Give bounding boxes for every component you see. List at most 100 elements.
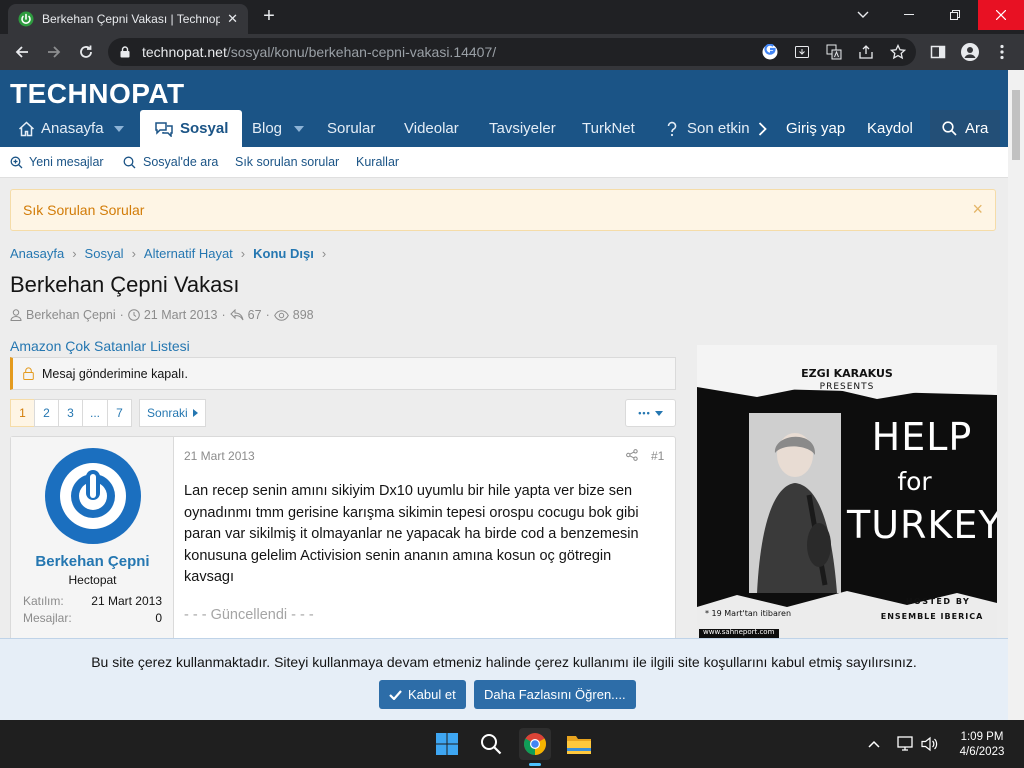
- clock-icon: [128, 309, 140, 321]
- breadcrumb-item[interactable]: Konu Dışı: [253, 246, 314, 261]
- tab-close-icon[interactable]: ✕: [227, 11, 238, 27]
- google-lens-button[interactable]: [758, 40, 782, 64]
- eye-icon: [273, 309, 289, 321]
- login-link[interactable]: Giriş yap: [774, 110, 857, 147]
- caret-down-icon[interactable]: [294, 125, 305, 132]
- bookmark-button[interactable]: [886, 40, 910, 64]
- back-button[interactable]: [10, 40, 34, 64]
- check-icon: [389, 689, 402, 700]
- cookie-accept-button[interactable]: Kabul et: [379, 680, 466, 709]
- subnav-rules[interactable]: Kurallar: [356, 155, 399, 169]
- chevron-up-icon: [868, 740, 880, 748]
- share-button[interactable]: [854, 40, 878, 64]
- browser-menu-button[interactable]: [990, 40, 1014, 64]
- meta-separator: ·: [221, 308, 226, 322]
- page-link-7[interactable]: 7: [107, 399, 133, 427]
- meta-separator: ·: [119, 308, 124, 322]
- thread-views: 898: [292, 308, 314, 322]
- breadcrumb-item[interactable]: Alternatif Hayat: [144, 246, 233, 261]
- search-link[interactable]: Ara: [930, 110, 1001, 147]
- window-close-button[interactable]: [978, 0, 1024, 30]
- thread-meta: Berkehan Çepni · 21 Mart 2013 · 67 · 898: [10, 308, 318, 322]
- cookie-accept-label: Kabul et: [408, 687, 456, 702]
- user-stat-key: Katılım:: [23, 594, 64, 608]
- nav-item-label: Anasayfa: [41, 120, 104, 137]
- share-icon[interactable]: [626, 449, 638, 461]
- taskbar-explorer-button[interactable]: [563, 728, 595, 760]
- cookie-learn-more-button[interactable]: Daha Fazlasını Öğren....: [474, 680, 636, 709]
- side-panel-button[interactable]: [926, 40, 950, 64]
- user-stat-value: 0: [155, 611, 162, 625]
- caret-down-icon[interactable]: [113, 125, 124, 132]
- lock-icon: [120, 46, 130, 58]
- site-logo[interactable]: TECHNOPAT: [10, 78, 185, 109]
- subnav-search[interactable]: Sosyal'de ara: [123, 155, 218, 169]
- page-link-3[interactable]: 3: [58, 399, 83, 427]
- thread-tools-button[interactable]: •••: [625, 399, 676, 427]
- taskbar-chrome-button[interactable]: [519, 728, 551, 760]
- nav-item-label: Blog: [252, 120, 283, 137]
- volume-button[interactable]: [918, 728, 942, 760]
- translate-button[interactable]: [822, 40, 846, 64]
- faq-notice[interactable]: Sık Sorulan Sorular ×: [10, 189, 996, 231]
- chat-bubbles-icon: [155, 121, 173, 137]
- page-link-2[interactable]: 2: [34, 399, 59, 427]
- tab-search-button[interactable]: [840, 0, 886, 30]
- start-button[interactable]: [431, 728, 463, 760]
- post-user-panel: Berkehan Çepni Hectopat Katılım: 21 Mart…: [11, 437, 174, 647]
- avatar[interactable]: [45, 448, 141, 544]
- post-username[interactable]: Berkehan Çepni: [11, 553, 174, 570]
- profile-button[interactable]: [958, 40, 982, 64]
- ad-presents: PRESENTS: [819, 382, 875, 392]
- new-tab-button[interactable]: +: [258, 6, 280, 28]
- google-icon: [762, 44, 778, 60]
- scrollbar-thumb[interactable]: [1012, 90, 1020, 160]
- nav-item-sosyal[interactable]: Sosyal: [140, 110, 243, 147]
- minimize-button[interactable]: [886, 0, 932, 30]
- install-app-button[interactable]: [790, 40, 814, 64]
- page-jump[interactable]: ...: [82, 399, 109, 427]
- nav-item-turknet[interactable]: TurkNet: [582, 110, 635, 147]
- search-icon: [481, 734, 502, 755]
- breadcrumb-item[interactable]: Sosyal: [85, 246, 124, 261]
- post-date[interactable]: 21 Mart 2013: [184, 449, 255, 463]
- close-icon: [996, 10, 1006, 20]
- question-icon: [667, 121, 677, 136]
- sidebar-ad-banner[interactable]: EZGI KARAKUS PRESENTS HELP for TURKEY * …: [697, 345, 997, 638]
- ad-presenter: EZGI KARAKUS: [801, 367, 893, 380]
- reload-button[interactable]: [74, 40, 98, 64]
- nav-item-tavsiyeler[interactable]: Tavsiyeler: [489, 110, 556, 147]
- show-hidden-icons-button[interactable]: [860, 728, 888, 760]
- forward-button[interactable]: [42, 40, 66, 64]
- subnav-faq[interactable]: Sık sorulan sorular: [235, 155, 339, 169]
- taskbar-search-button[interactable]: [475, 728, 507, 760]
- restore-button[interactable]: [932, 0, 978, 30]
- page-scrollbar[interactable]: [1008, 70, 1024, 720]
- next-page-button[interactable]: Sonraki: [139, 399, 206, 427]
- notice-close-icon[interactable]: ×: [972, 199, 983, 220]
- chevron-right-icon: ›: [72, 246, 77, 261]
- chevron-down-icon: [857, 11, 869, 18]
- breadcrumb-item[interactable]: Anasayfa: [10, 246, 64, 261]
- thread-author[interactable]: Berkehan Çepni: [26, 308, 116, 322]
- nav-item-blog[interactable]: Blog: [252, 110, 305, 147]
- browser-tab[interactable]: Berkehan Çepni Vakası | Technopat ✕: [8, 4, 248, 34]
- nav-item-videolar[interactable]: Videolar: [404, 110, 459, 147]
- nav-item-son-etkinlik[interactable]: Son etkin: [665, 110, 757, 147]
- chevron-right-icon: ›: [131, 246, 136, 261]
- amazon-bestsellers-link[interactable]: Amazon Çok Satanlar Listesi: [10, 338, 190, 354]
- nav-item-sorular[interactable]: Sorular: [327, 110, 375, 147]
- nav-item-anasayfa[interactable]: Anasayfa: [18, 110, 124, 147]
- taskbar-clock[interactable]: 1:09 PM 4/6/2023: [942, 730, 1022, 760]
- windows-logo-icon: [436, 733, 458, 755]
- download-icon: [795, 46, 809, 58]
- thread-date[interactable]: 21 Mart 2013: [144, 308, 218, 322]
- nav-scroll-right[interactable]: [758, 110, 767, 147]
- post-number-link[interactable]: #1: [651, 449, 664, 463]
- register-link[interactable]: Kaydol: [855, 110, 925, 147]
- caret-right-icon: [192, 409, 198, 417]
- page-link-1[interactable]: 1: [10, 399, 35, 427]
- network-button[interactable]: [894, 728, 918, 760]
- subnav-new-posts[interactable]: Yeni mesajlar: [10, 155, 104, 169]
- user-stat-value: 21 Mart 2013: [91, 594, 162, 608]
